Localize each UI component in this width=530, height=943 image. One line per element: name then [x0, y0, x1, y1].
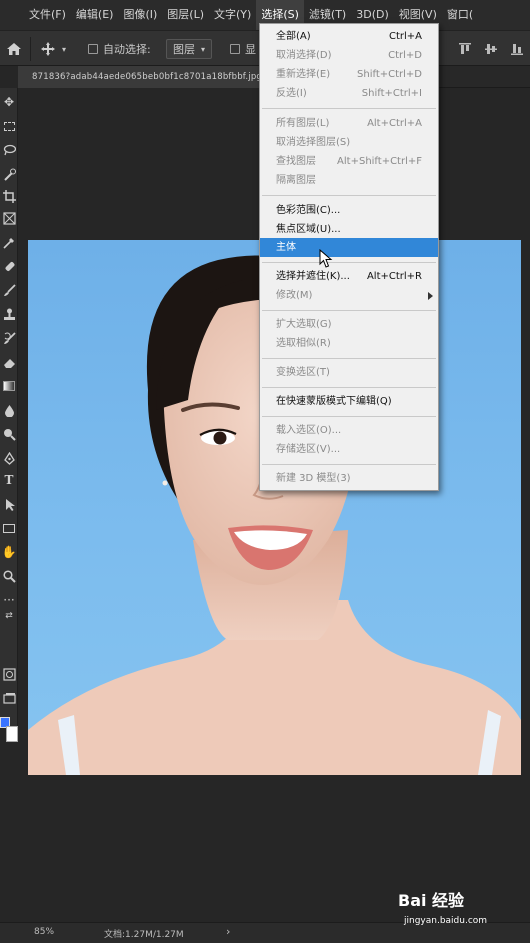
mouse-cursor-icon — [319, 249, 333, 268]
quick-select-tool-icon[interactable] — [0, 164, 18, 184]
menu-item-transform-selection[interactable]: 变换选区(T) — [260, 363, 438, 382]
watermark-logo: Bai 经验 — [398, 891, 465, 910]
submenu-arrow-icon — [428, 292, 433, 300]
status-menu-arrow[interactable]: › — [226, 925, 230, 938]
quick-mask-icon[interactable] — [0, 664, 18, 684]
menu-item-isolate-layers[interactable]: 隔离图层 — [260, 171, 438, 190]
menu-type[interactable]: 文字(Y) — [209, 0, 256, 30]
more-tools-icon[interactable]: ··· — [0, 590, 18, 610]
menu-separator — [262, 108, 436, 109]
gradient-tool-icon[interactable] — [0, 376, 18, 396]
healing-brush-icon[interactable] — [0, 256, 18, 276]
rectangle-tool-icon[interactable] — [0, 518, 18, 538]
eyedropper-tool-icon[interactable] — [0, 232, 18, 252]
document-tab[interactable]: 871836?adab44aede065beb0bf1c8701a18bfbbf… — [18, 66, 263, 88]
auto-select-label: 自动选择: — [103, 43, 151, 56]
baidu-watermark: Bai 经验 jingyan.baidu.com — [398, 887, 518, 935]
hand-tool-icon[interactable]: ✋ — [0, 542, 18, 562]
eraser-tool-icon[interactable] — [0, 352, 18, 372]
menu-separator — [262, 358, 436, 359]
menu-item-focus-area[interactable]: 焦点区域(U)... — [260, 220, 438, 239]
app-logo — [0, 0, 24, 30]
lasso-tool-icon[interactable] — [0, 140, 18, 160]
menu-item-subject[interactable]: 主体 — [260, 238, 438, 257]
screen-mode-icon[interactable] — [0, 688, 18, 708]
menu-item-color-range[interactable]: 色彩范围(C)... — [260, 201, 438, 220]
align-vcenter-icon[interactable] — [484, 31, 498, 67]
marquee-tool-icon[interactable] — [0, 116, 18, 136]
menu-item-load-selection[interactable]: 载入选区(O)... — [260, 421, 438, 440]
photoshop-window: 文件(F) 编辑(E) 图像(I) 图层(L) 文字(Y) 选择(S) 滤镜(T… — [0, 0, 530, 943]
menu-edit[interactable]: 编辑(E) — [71, 0, 119, 30]
background-color-swatch[interactable] — [6, 726, 18, 742]
menu-item-deselect[interactable]: 取消选择(D) Ctrl+D — [260, 46, 438, 65]
auto-select-option[interactable]: 自动选择: — [88, 31, 151, 67]
menu-image[interactable]: 图像(I) — [118, 0, 162, 30]
show-transform-option[interactable]: 显 — [230, 31, 256, 67]
history-brush-icon[interactable] — [0, 328, 18, 348]
menu-item-deselect-layers[interactable]: 取消选择图层(S) — [260, 133, 438, 152]
show-transform-label: 显 — [245, 43, 256, 56]
zoom-tool-icon[interactable] — [0, 566, 18, 586]
layer-select-value: 图层 — [173, 43, 195, 56]
blur-tool-icon[interactable] — [0, 400, 18, 420]
move-tool-icon[interactable]: ✥ — [0, 92, 18, 112]
menu-item-save-selection[interactable]: 存储选区(V)... — [260, 440, 438, 459]
menu-item-inverse[interactable]: 反选(I) Shift+Ctrl+I — [260, 84, 438, 103]
swap-colors-icon[interactable]: ⇄ — [0, 610, 18, 622]
chevron-down-icon: ▾ — [201, 44, 206, 54]
menu-item-quick-mask[interactable]: 在快速蒙版模式下编辑(Q) — [260, 392, 438, 411]
menu-item-new-3d-model[interactable]: 新建 3D 模型(3) — [260, 469, 438, 488]
menu-separator — [262, 387, 436, 388]
dodge-tool-icon[interactable] — [0, 424, 18, 444]
align-bottom-icon[interactable] — [510, 31, 524, 67]
menu-item-similar[interactable]: 选取相似(R) — [260, 334, 438, 353]
menu-separator — [262, 416, 436, 417]
chevron-down-icon: ▾ — [62, 44, 67, 54]
path-select-icon[interactable] — [0, 494, 18, 514]
menu-separator — [262, 195, 436, 196]
auto-select-checkbox[interactable] — [88, 44, 98, 54]
zoom-level[interactable]: 85% — [34, 927, 54, 937]
show-transform-checkbox[interactable] — [230, 44, 240, 54]
menu-item-select-and-mask[interactable]: 选择并遮住(K)... Alt+Ctrl+R — [260, 267, 438, 286]
layer-select-dropdown[interactable]: 图层 ▾ — [166, 31, 213, 67]
type-tool-icon[interactable]: T — [0, 470, 18, 490]
menu-file[interactable]: 文件(F) — [24, 0, 71, 30]
menu-item-reselect[interactable]: 重新选择(E) Shift+Ctrl+D — [260, 65, 438, 84]
menu-item-select-all[interactable]: 全部(A) Ctrl+A — [260, 27, 438, 46]
document-size: 文档:1.27M/1.27M — [104, 930, 184, 940]
tools-panel: ✥ T ✋ ··· ⇄ — [0, 88, 18, 742]
menu-window[interactable]: 窗口( — [442, 0, 478, 30]
menu-separator — [262, 310, 436, 311]
clone-stamp-icon[interactable] — [0, 304, 18, 324]
select-menu-dropdown: 全部(A) Ctrl+A 取消选择(D) Ctrl+D 重新选择(E) Shift+C… — [259, 23, 439, 491]
menu-item-all-layers[interactable]: 所有图层(L) Alt+Ctrl+A — [260, 114, 438, 133]
pen-tool-icon[interactable] — [0, 448, 18, 468]
menu-layer[interactable]: 图层(L) — [162, 0, 209, 30]
divider — [30, 37, 31, 61]
home-icon[interactable] — [6, 31, 22, 67]
menu-separator — [262, 262, 436, 263]
move-tool-preset-icon[interactable]: ▾ — [40, 31, 66, 67]
frame-tool-icon[interactable] — [0, 208, 18, 228]
menu-separator — [262, 464, 436, 465]
watermark-url: jingyan.baidu.com — [404, 916, 488, 926]
menu-item-modify[interactable]: 修改(M) — [260, 286, 438, 305]
align-top-icon[interactable] — [458, 31, 472, 67]
brush-tool-icon[interactable] — [0, 280, 18, 300]
menu-item-grow[interactable]: 扩大选取(G) — [260, 315, 438, 334]
crop-tool-icon[interactable] — [0, 186, 18, 206]
menu-item-find-layers[interactable]: 查找图层 Alt+Shift+Ctrl+F — [260, 152, 438, 171]
